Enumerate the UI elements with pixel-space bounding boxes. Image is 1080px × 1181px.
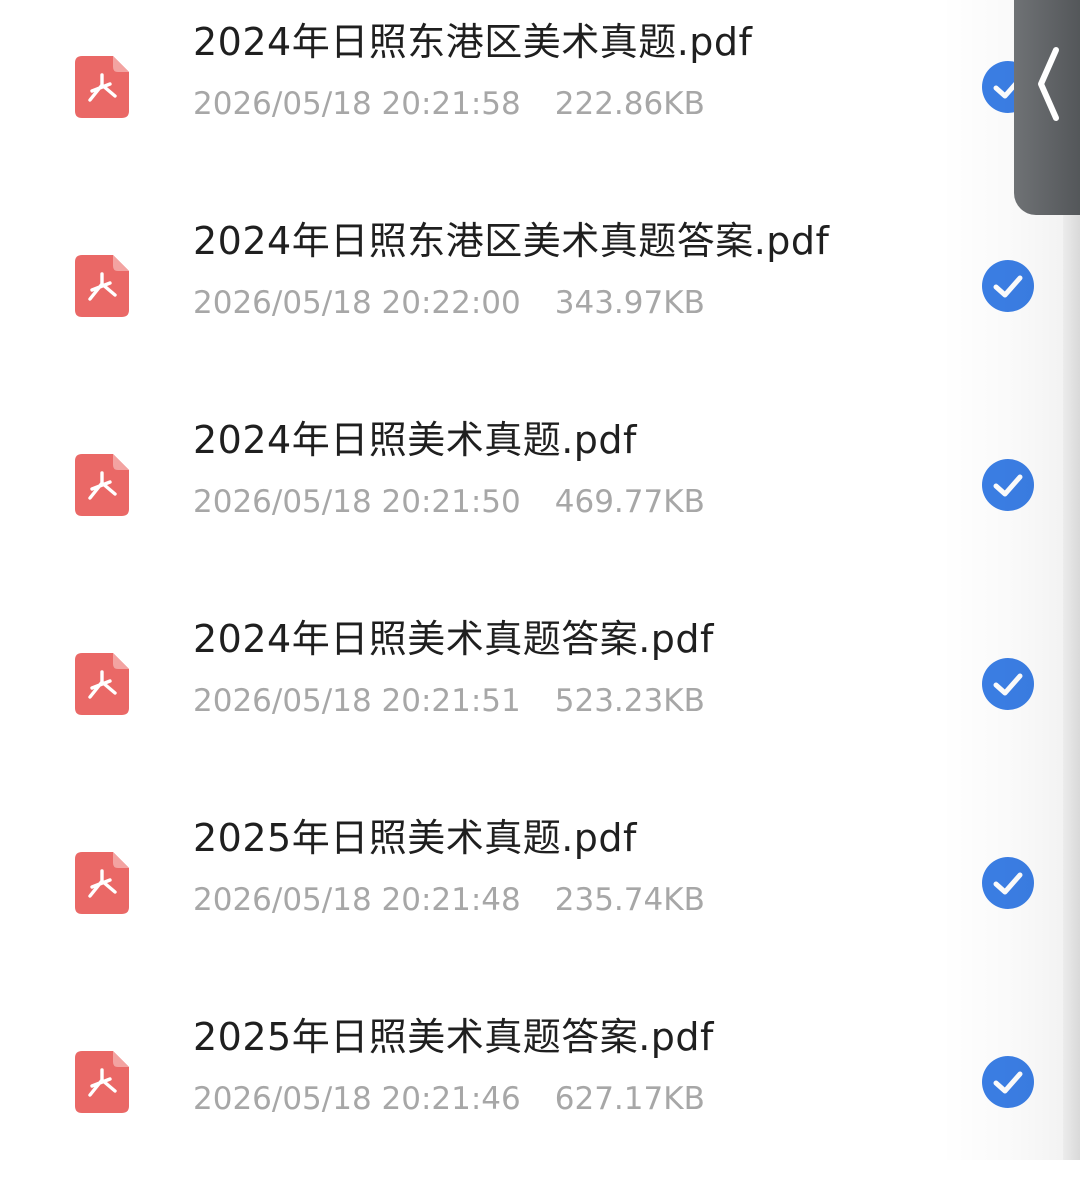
file-name: 2024年日照美术真题.pdf: [193, 418, 637, 462]
pdf-icon: [75, 254, 129, 317]
file-size: 469.77KB: [554, 484, 705, 520]
pdf-icon: [75, 652, 129, 715]
file-datetime: 2026/05/18 20:21:58: [193, 86, 521, 122]
file-row[interactable]: 2024年日照美术真题答案.pdf 2026/05/18 20:21:51 523…: [0, 584, 1060, 783]
scroll-track[interactable]: [1063, 200, 1080, 1160]
file-name: 2025年日照美术真题.pdf: [193, 816, 637, 860]
file-datetime: 2026/05/18 20:21:50: [193, 484, 521, 520]
chevron-left-icon: [1038, 47, 1059, 121]
file-size: 523.23KB: [554, 683, 705, 719]
pdf-icon: [75, 1050, 129, 1113]
file-datetime: 2026/05/18 20:22:00: [193, 285, 521, 321]
file-meta: 2026/05/18 20:21:51 523.23KB: [193, 680, 705, 722]
file-size: 222.86KB: [554, 86, 705, 122]
file-meta: 2026/05/18 20:22:00 343.97KB: [193, 282, 705, 324]
file-size: 235.74KB: [554, 882, 705, 918]
check-circle-icon[interactable]: [982, 1055, 1034, 1108]
file-name: 2024年日照东港区美术真题答案.pdf: [193, 219, 830, 263]
pdf-icon: [75, 851, 129, 914]
file-row[interactable]: 2025年日照美术真题.pdf 2026/05/18 20:21:48 235.7…: [0, 783, 1060, 982]
file-size: 627.17KB: [554, 1081, 705, 1117]
check-circle-icon[interactable]: [982, 856, 1034, 909]
file-name: 2025年日照美术真题答案.pdf: [193, 1015, 714, 1059]
file-meta: 2026/05/18 20:21:48 235.74KB: [193, 879, 705, 921]
file-meta: 2026/05/18 20:21:46 627.17KB: [193, 1078, 705, 1120]
pdf-icon: [75, 55, 129, 118]
file-row[interactable]: 2024年日照美术真题.pdf 2026/05/18 20:21:50 469.7…: [0, 385, 1060, 584]
file-meta: 2026/05/18 20:21:58 222.86KB: [193, 83, 705, 125]
file-datetime: 2026/05/18 20:21:51: [193, 683, 521, 719]
file-list: 2024年日照东港区美术真题.pdf 2026/05/18 20:21:58 22…: [0, 0, 1080, 1160]
pdf-icon: [75, 453, 129, 516]
file-row[interactable]: 2024年日照东港区美术真题答案.pdf 2026/05/18 20:22:00…: [0, 186, 1060, 385]
side-panel-handle[interactable]: [1014, 0, 1080, 215]
file-row[interactable]: 2025年日照美术真题答案.pdf 2026/05/18 20:21:46 627…: [0, 982, 1060, 1181]
file-datetime: 2026/05/18 20:21:48: [193, 882, 521, 918]
file-row[interactable]: 2024年日照东港区美术真题.pdf 2026/05/18 20:21:58 22…: [0, 0, 1060, 186]
check-circle-icon[interactable]: [982, 657, 1034, 710]
check-circle-icon[interactable]: [982, 458, 1034, 511]
file-name: 2024年日照东港区美术真题.pdf: [193, 20, 753, 64]
check-circle-icon[interactable]: [982, 259, 1034, 312]
file-meta: 2026/05/18 20:21:50 469.77KB: [193, 481, 705, 523]
file-name: 2024年日照美术真题答案.pdf: [193, 617, 714, 661]
file-size: 343.97KB: [554, 285, 705, 321]
file-datetime: 2026/05/18 20:21:46: [193, 1081, 521, 1117]
